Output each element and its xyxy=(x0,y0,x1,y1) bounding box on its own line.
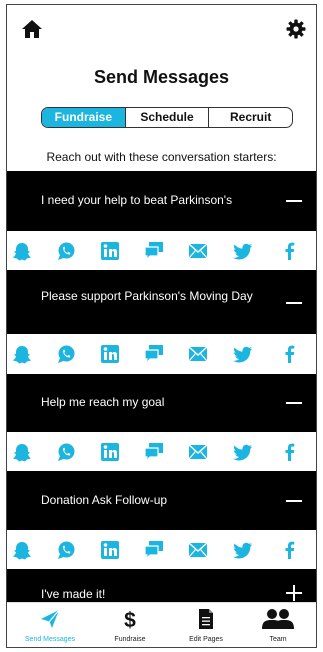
linkedin-icon[interactable] xyxy=(100,241,120,261)
whatsapp-icon[interactable] xyxy=(56,241,76,261)
nav-send-messages[interactable]: Send Messages xyxy=(15,603,85,647)
snapchat-icon[interactable] xyxy=(12,344,32,364)
nav-label: Edit Pages xyxy=(189,636,223,643)
snapchat-icon[interactable] xyxy=(12,540,32,560)
team-icon xyxy=(262,609,294,629)
share-row xyxy=(7,334,316,374)
nav-label: Team xyxy=(269,636,287,643)
subtitle: Reach out with these conversation starte… xyxy=(46,150,277,164)
email-icon[interactable] xyxy=(188,344,208,364)
tab-fundraise[interactable]: Fundraise xyxy=(42,108,125,127)
gear-icon[interactable] xyxy=(286,19,306,39)
share-row xyxy=(7,432,316,472)
sms-icon[interactable] xyxy=(144,344,164,364)
tab-schedule[interactable]: Schedule xyxy=(124,108,209,127)
message-text: I've made it! xyxy=(41,587,106,601)
message-bar[interactable]: Help me reach my goal xyxy=(7,374,316,432)
collapse-icon[interactable] xyxy=(286,493,302,509)
email-icon[interactable] xyxy=(188,540,208,560)
expand-icon[interactable] xyxy=(286,585,302,601)
nav-edit-pages[interactable]: Edit Pages xyxy=(171,603,241,647)
nav-label: Fundraise xyxy=(114,636,146,643)
bottom-nav: Send Messages $ Fundraise Edit Pages Tea… xyxy=(7,602,316,647)
paper-plane-icon xyxy=(41,609,60,628)
message-bar[interactable]: Donation Ask Follow-up xyxy=(7,471,316,530)
home-icon[interactable] xyxy=(21,19,43,39)
linkedin-icon[interactable] xyxy=(100,442,120,462)
sms-icon[interactable] xyxy=(144,540,164,560)
svg-text:$: $ xyxy=(124,609,136,630)
sms-icon[interactable] xyxy=(144,241,164,261)
phone-frame: Send Messages Fundraise Schedule Recruit… xyxy=(6,4,317,648)
message-bar[interactable]: I need your help to beat Parkinson's xyxy=(7,171,316,231)
facebook-icon[interactable] xyxy=(280,442,300,462)
whatsapp-icon[interactable] xyxy=(56,540,76,560)
page-title: Send Messages xyxy=(93,67,230,87)
tab-recruit[interactable]: Recruit xyxy=(208,108,292,127)
share-row xyxy=(7,530,316,570)
top-bar xyxy=(7,5,316,49)
email-icon[interactable] xyxy=(188,241,208,261)
nav-fundraise[interactable]: $ Fundraise xyxy=(95,603,165,647)
collapse-icon[interactable] xyxy=(286,295,302,311)
email-icon[interactable] xyxy=(188,442,208,462)
message-bar[interactable]: Please support Parkinson's Moving Day xyxy=(7,270,316,334)
twitter-icon[interactable] xyxy=(233,344,253,364)
facebook-icon[interactable] xyxy=(280,540,300,560)
nav-team[interactable]: Team xyxy=(243,603,313,647)
twitter-icon[interactable] xyxy=(233,540,253,560)
whatsapp-icon[interactable] xyxy=(56,442,76,462)
collapse-icon[interactable] xyxy=(286,193,302,209)
message-text: I need your help to beat Parkinson's xyxy=(41,193,233,207)
facebook-icon[interactable] xyxy=(280,344,300,364)
message-text: Donation Ask Follow-up xyxy=(41,493,168,507)
whatsapp-icon[interactable] xyxy=(56,344,76,364)
twitter-icon[interactable] xyxy=(233,241,253,261)
document-icon xyxy=(199,609,213,629)
collapse-icon[interactable] xyxy=(286,395,302,411)
message-text: Help me reach my goal xyxy=(41,395,165,409)
twitter-icon[interactable] xyxy=(233,442,253,462)
nav-label: Send Messages xyxy=(24,636,76,643)
facebook-icon[interactable] xyxy=(280,241,300,261)
segmented-control: Fundraise Schedule Recruit xyxy=(41,107,293,128)
snapchat-icon[interactable] xyxy=(12,241,32,261)
sms-icon[interactable] xyxy=(144,442,164,462)
linkedin-icon[interactable] xyxy=(100,540,120,560)
linkedin-icon[interactable] xyxy=(100,344,120,364)
dollar-icon: $ xyxy=(124,609,136,630)
share-row xyxy=(7,231,316,271)
message-text: Please support Parkinson's Moving Day xyxy=(41,289,253,303)
snapchat-icon[interactable] xyxy=(12,442,32,462)
